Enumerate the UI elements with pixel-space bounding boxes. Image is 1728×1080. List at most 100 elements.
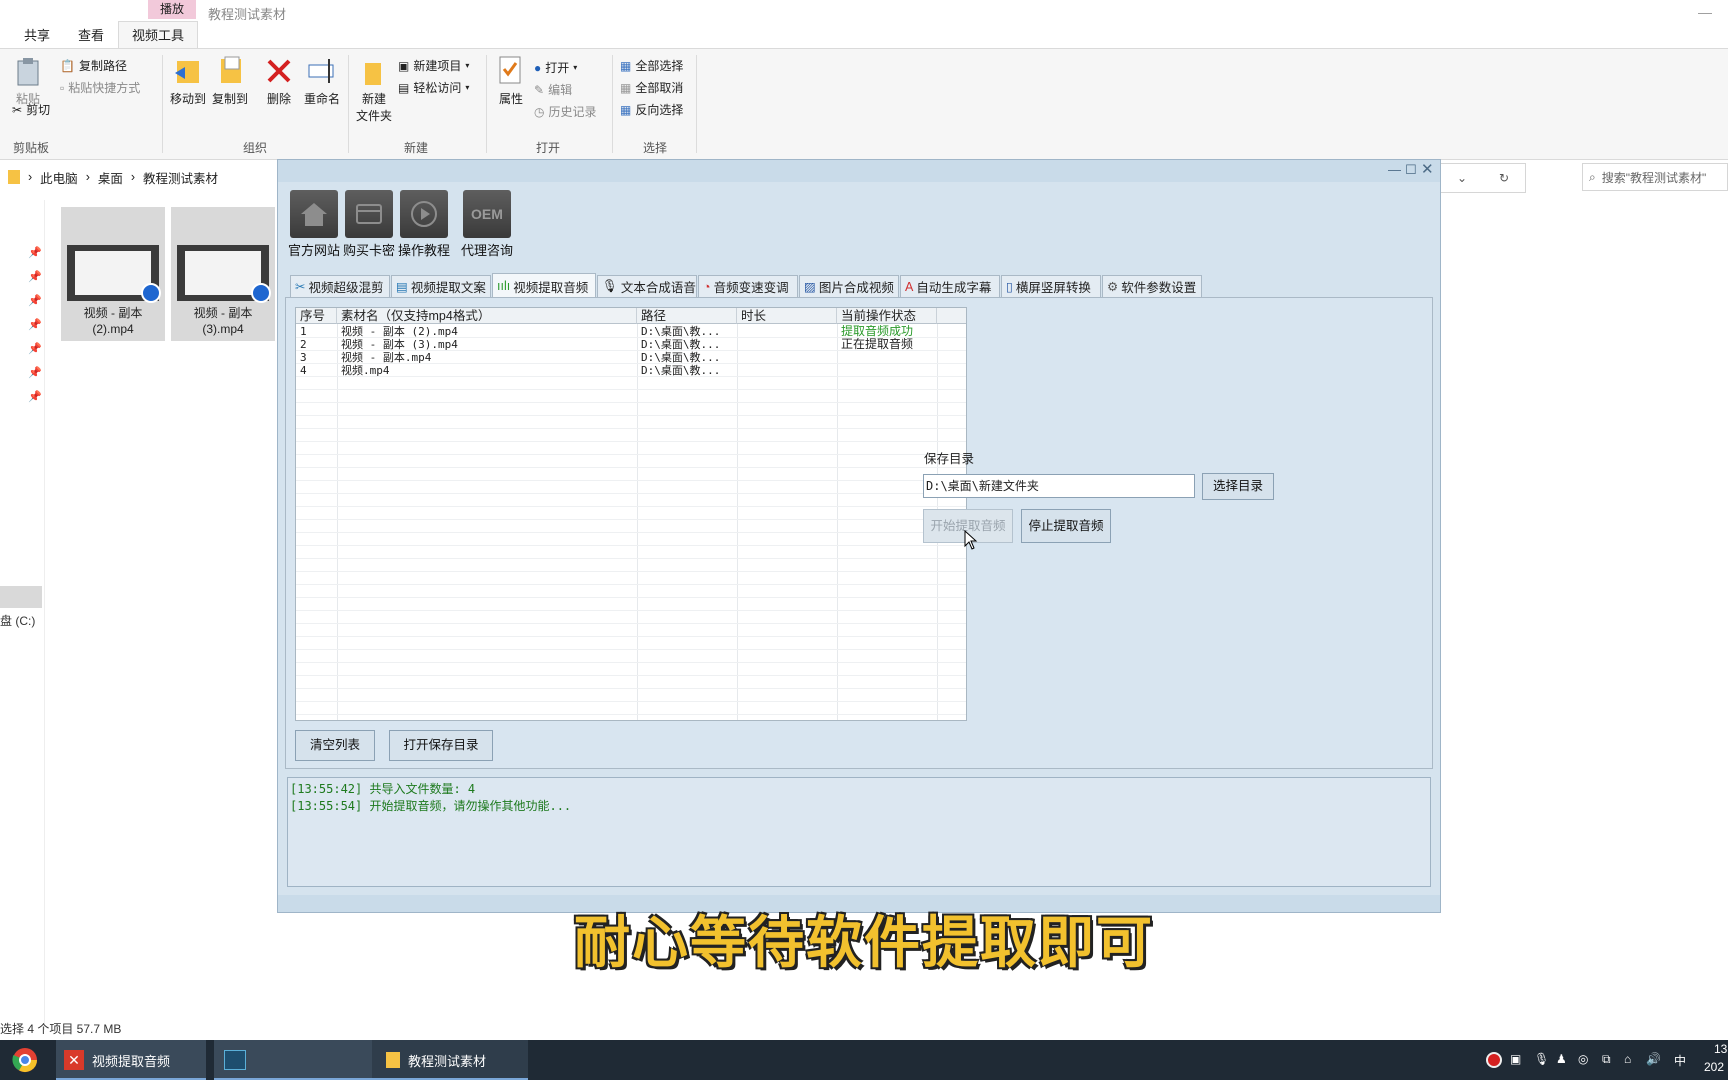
tab-share[interactable]: 共享 (24, 25, 50, 44)
new-item-button[interactable]: ▣ 新建项目 ▾ (398, 57, 469, 74)
home-icon[interactable] (290, 190, 338, 238)
properties-button[interactable]: 属性 (492, 55, 530, 107)
clear-list-button[interactable]: 清空列表 (295, 730, 375, 761)
column-header-index[interactable]: 序号 (296, 308, 337, 324)
history-button[interactable]: ◷ 历史记录 (534, 103, 597, 120)
tab-orientation-convert[interactable]: ▯ 横屏竖屏转换 (1001, 275, 1101, 297)
tab-video-mix[interactable]: ✂ 视频超级混剪 (290, 275, 390, 297)
tray-app-icon[interactable]: ♟ (1556, 1052, 1567, 1066)
agent-consult-label[interactable]: 代理咨询 (457, 240, 517, 259)
gauge-icon: ◔ (703, 279, 711, 294)
tab-video-tools[interactable]: 视频工具 (118, 21, 198, 49)
easy-access-button[interactable]: ▤ 轻松访问 ▾ (398, 79, 469, 96)
choose-dir-button[interactable]: 选择目录 (1202, 473, 1274, 500)
group-divider (696, 55, 697, 153)
tab-video-to-text[interactable]: ▤ 视频提取文案 (391, 275, 491, 297)
breadcrumb-desktop[interactable]: 桌面 (98, 168, 123, 187)
tab-text-to-speech[interactable]: 🎙 文本合成语音 (597, 275, 697, 297)
video-subtitle: 耐心等待软件提取即可 (574, 911, 1154, 976)
column-header-status[interactable]: 当前操作状态 (837, 308, 937, 324)
copy-to-button[interactable]: 复制到 (210, 55, 250, 107)
app-titlebar: — ☐ ✕ (278, 160, 1440, 182)
file-item[interactable]: 视频 - 副本 (3).mp4 (171, 207, 275, 341)
grid-line (296, 480, 966, 481)
rename-icon (308, 59, 334, 83)
column-header-path[interactable]: 路径 (637, 308, 737, 324)
taskbar-app-explorer[interactable]: 教程测试素材 (372, 1040, 528, 1080)
pin-icon: 📌 (28, 295, 42, 307)
invert-selection-button[interactable]: ▦ 反向选择 (620, 101, 683, 118)
select-none-button[interactable]: ▦ 全部取消 (620, 79, 683, 96)
windows-copy-icon[interactable]: ⧉ (1602, 1052, 1611, 1067)
file-list-grid[interactable]: 序号 素材名（仅支持mp4格式） 路径 时长 当前操作状态 1 视频 - 副本 … (295, 307, 967, 721)
official-site-label[interactable]: 官方网站 (284, 240, 344, 259)
tutorial-label[interactable]: 操作教程 (394, 240, 454, 259)
open-save-dir-button[interactable]: 打开保存目录 (389, 730, 493, 761)
paste-shortcut-button[interactable]: ▫ 粘贴快捷方式 (60, 79, 140, 96)
close-icon[interactable]: ✕ (1421, 160, 1434, 178)
refresh-icon[interactable]: ↻ (1499, 171, 1509, 185)
record-icon[interactable] (1486, 1052, 1502, 1071)
file-item[interactable]: 视频 - 副本 (2).mp4 (61, 207, 165, 341)
grid-line (296, 506, 966, 507)
log-line: [13:55:42] 共导入文件数量: 4 (290, 782, 476, 796)
minimize-icon[interactable]: — (1698, 4, 1712, 20)
nav-selected-item[interactable] (0, 586, 42, 608)
minimize-icon[interactable]: — (1388, 162, 1401, 177)
tab-images-to-video[interactable]: ▨ 图片合成视频 (799, 275, 899, 297)
taskbar-app-video-player[interactable] (214, 1040, 372, 1080)
properties-check-icon (499, 56, 521, 84)
clock-date[interactable]: 202 (1704, 1060, 1724, 1074)
ime-indicator[interactable]: 中 (1674, 1052, 1686, 1069)
edit-button[interactable]: ✎ 编辑 (534, 81, 572, 98)
open-button[interactable]: ● 打开 ▾ (534, 59, 577, 76)
wechat-icon[interactable]: ◎ (1578, 1052, 1588, 1066)
volume-icon[interactable]: 🔊 (1646, 1052, 1661, 1066)
taskbar: ✕ 视频提取音频 教程测试素材 ▣ 🎙 ♟ ◎ ⧉ ⌂ 🔊 中 13 202 (0, 1040, 1728, 1080)
group-divider (612, 55, 613, 153)
breadcrumb-this-pc[interactable]: 此电脑 (40, 168, 78, 187)
tab-view[interactable]: 查看 (78, 25, 104, 44)
grid-line (296, 415, 966, 416)
rename-button[interactable]: 重命名 (302, 55, 342, 107)
select-all-button[interactable]: ▦ 全部选择 (620, 57, 683, 74)
play-icon[interactable] (400, 190, 448, 238)
history-icon: ◷ (534, 104, 545, 119)
chevron-down-icon[interactable]: ⌄ (1457, 171, 1467, 185)
monitor-app-icon[interactable]: ▣ (1510, 1052, 1521, 1066)
image-icon: ▨ (804, 280, 816, 294)
tab-extract-audio[interactable]: ıılı 视频提取音频 (492, 273, 596, 298)
maximize-icon[interactable]: ☐ (1405, 162, 1417, 178)
buy-key-label[interactable]: 购买卡密 (339, 240, 399, 259)
select-all-icon: ▦ (620, 58, 632, 73)
delete-button[interactable]: 删除 (260, 55, 298, 107)
tab-audio-speed-pitch[interactable]: ◔ 音频变速变调 (698, 275, 798, 297)
microphone-icon[interactable]: 🎙 (1534, 1052, 1549, 1066)
chrome-icon[interactable] (10, 1040, 44, 1080)
card-icon[interactable] (345, 190, 393, 238)
paste-button[interactable]: 粘贴 (12, 57, 44, 107)
nav-drive-c[interactable]: 盘 (C:) (0, 612, 35, 629)
cut-button[interactable]: ✂ 剪切 (12, 101, 50, 118)
new-folder-button[interactable]: 新建 文件夹 (354, 55, 394, 124)
chevron-right-icon: › (130, 170, 136, 184)
network-icon[interactable]: ⌂ (1624, 1052, 1631, 1066)
status-success: 提取音频成功 (841, 325, 914, 338)
tab-settings[interactable]: ⚙ 软件参数设置 (1102, 275, 1202, 297)
grid-line (296, 376, 966, 377)
breadcrumb[interactable]: › 此电脑 › 桌面 › 教程测试素材 (8, 163, 278, 191)
copy-path-button[interactable]: 📋 复制路径 (60, 57, 127, 74)
clock-time[interactable]: 13 (1714, 1042, 1727, 1056)
grid-line (296, 493, 966, 494)
stop-extract-button[interactable]: 停止提取音频 (1021, 509, 1111, 543)
save-dir-input[interactable]: D:\桌面\新建文件夹 (923, 474, 1195, 498)
tab-auto-subtitles[interactable]: A 自动生成字幕 (900, 275, 1000, 297)
breadcrumb-folder[interactable]: 教程测试素材 (143, 168, 218, 187)
oem-icon[interactable]: OEM (463, 190, 511, 238)
column-header-name[interactable]: 素材名（仅支持mp4格式） (337, 308, 637, 324)
taskbar-app-audio-extract[interactable]: ✕ 视频提取音频 (56, 1040, 206, 1080)
search-input[interactable]: ⌕ 搜索"教程测试素材" (1582, 163, 1728, 191)
column-header-duration[interactable]: 时长 (737, 308, 837, 324)
select-group-label: 选择 (643, 141, 668, 155)
move-to-button[interactable]: 移动到 (168, 55, 208, 107)
